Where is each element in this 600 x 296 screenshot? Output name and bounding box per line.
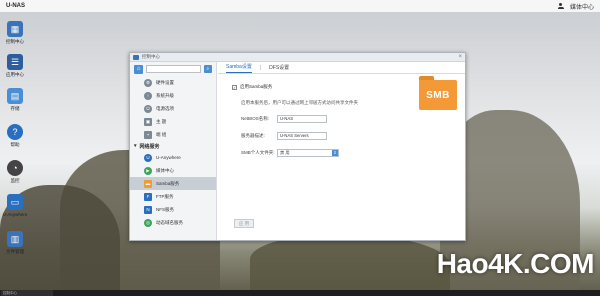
scenery-mountain — [250, 235, 450, 296]
sidebar-group-label: 网络服务 — [139, 143, 160, 150]
ftp-icon: F — [144, 192, 152, 201]
smb-folder-icon: SMB — [419, 76, 457, 110]
sidebar-item-ddns[interactable]: ◎ 动态域名服务 — [130, 216, 216, 229]
file-manager-icon: ▥ — [7, 231, 23, 247]
sidebar-item-label: Samba服务 — [156, 180, 180, 186]
desktop-icon-app-center[interactable]: ☰ 应用中心 — [2, 54, 28, 78]
power-icon: ⏻ — [144, 104, 152, 113]
tab-dfs-settings[interactable]: DFS设置 — [269, 64, 289, 73]
sidebar-item-label: 媒体中心 — [156, 167, 174, 173]
user-label[interactable]: 媒体中心 — [570, 2, 594, 11]
sidebar-item-media-center[interactable]: ▶ 媒体中心 — [130, 164, 216, 177]
personal-folder-value: 禁 用 — [280, 150, 290, 155]
sidebar-item-label: 端 组 — [156, 131, 167, 137]
u-anywhere-icon: ▭ — [7, 194, 23, 210]
watermark: Hao4K.COM — [436, 248, 595, 279]
nfs-icon: N — [144, 205, 152, 214]
enable-samba-label: 启用Samba服务 — [240, 84, 273, 89]
personal-folder-select[interactable]: 禁 用 ⇕ — [277, 149, 339, 157]
smb-badge-label: SMB — [419, 80, 457, 110]
brand-label: U-NAS — [6, 3, 25, 9]
sidebar-item-label: FTP服务 — [156, 193, 174, 199]
upgrade-icon: ↑ — [144, 91, 152, 100]
netbios-input[interactable]: U-NAS — [277, 115, 327, 123]
sidebar-group-network[interactable]: ▾ 网络服务 — [130, 141, 216, 151]
chevron-down-icon[interactable]: ⇕ — [332, 150, 338, 156]
close-icon[interactable]: × — [458, 54, 462, 60]
main-panel: Samba设置 | DFS设置 ✓ 启用Samba服务 启用本服务后，用户可以通… — [218, 62, 465, 240]
search-icon[interactable]: ⌕ — [203, 65, 212, 73]
desktop-icon-control-center[interactable]: ▦ 控制中心 — [2, 21, 28, 45]
sidebar-item-hardware[interactable]: ⚙ 硬件设置 — [130, 76, 216, 89]
desktop-icon-u-anywhere[interactable]: ▭ U-Anywhere — [2, 194, 28, 217]
sidebar-item-label: 电源选项 — [156, 105, 174, 111]
control-center-window: 控制中心 × ⌂ ⌕ ⚙ 硬件设置 ↑ 系统升级 ⏻ 电源选项 ▣ 主 题 ▪ … — [129, 52, 466, 241]
server-desc-label: 服务器描述: — [241, 133, 265, 138]
desktop-icon-storage[interactable]: ▤ 存储 — [2, 88, 28, 112]
server-desc-input[interactable]: U-NAS Servers — [277, 132, 327, 140]
sidebar-item-label: 硬件设置 — [156, 79, 174, 85]
tab-separator: | — [259, 65, 262, 71]
samba-icon: ▬ — [144, 179, 152, 188]
window-app-icon — [133, 54, 139, 60]
u-anywhere-icon: U — [144, 153, 152, 162]
app-center-icon: ☰ — [7, 54, 23, 70]
sidebar-item-u-anywhere[interactable]: U U-Anywhere — [130, 151, 216, 164]
storage-icon: ▤ — [7, 88, 23, 104]
chevron-down-icon: ▾ — [134, 143, 137, 149]
sidebar-item-label: 系统升级 — [156, 92, 174, 98]
top-bar: U-NAS 媒体中心 — [0, 0, 600, 12]
desktop-icon-file-manager[interactable]: ▥ 文件管理 — [2, 231, 28, 255]
sidebar-item-theme[interactable]: ▣ 主 题 — [130, 115, 216, 128]
sidebar-item-samba[interactable]: ▬ Samba服务 — [130, 177, 216, 190]
search-input[interactable] — [146, 65, 201, 73]
netbios-label: NetBIOS名称: — [241, 116, 270, 121]
home-icon[interactable]: ⌂ — [134, 64, 144, 74]
theme-icon: ▣ — [144, 117, 152, 126]
taskbar-item-control-center[interactable]: 控制中心 — [1, 290, 53, 296]
monitor-icon: ◔ — [7, 160, 23, 176]
sidebar-item-upgrade[interactable]: ↑ 系统升级 — [130, 89, 216, 102]
taskbar: 控制中心 — [0, 290, 600, 296]
sidebar-item-power[interactable]: ⏻ 电源选项 — [130, 102, 216, 115]
help-icon: ? — [7, 124, 23, 140]
control-center-icon: ▦ — [7, 21, 23, 37]
sidebar-item-label: U-Anywhere — [156, 155, 181, 160]
hardware-icon: ⚙ — [144, 78, 152, 87]
group-icon: ▪ — [144, 130, 152, 139]
sidebar-item-label: 主 题 — [156, 118, 167, 124]
sidebar-item-label: 动态域名服务 — [156, 219, 183, 225]
sidebar-item-ftp[interactable]: F FTP服务 — [130, 190, 216, 203]
media-center-icon: ▶ — [144, 166, 152, 175]
window-title: 控制中心 — [142, 54, 160, 59]
user-icon[interactable] — [557, 3, 564, 9]
desktop-icon-help[interactable]: ? 帮助 — [2, 124, 28, 148]
window-titlebar[interactable]: 控制中心 × — [130, 53, 465, 62]
desktop-icon-monitor[interactable]: ◔ 监控 — [2, 160, 28, 184]
ddns-icon: ◎ — [144, 218, 152, 227]
personal-folder-label: SMB个人文件夹: — [241, 150, 275, 155]
sidebar: ⌂ ⌕ ⚙ 硬件设置 ↑ 系统升级 ⏻ 电源选项 ▣ 主 题 ▪ 端 组 ▾ 网… — [130, 62, 217, 240]
checkbox-checked-icon[interactable]: ✓ — [232, 84, 237, 90]
sidebar-item-label: NFS服务 — [156, 206, 174, 212]
sidebar-item-group[interactable]: ▪ 端 组 — [130, 128, 216, 141]
apply-button[interactable]: 应 用 — [234, 219, 254, 228]
tab-samba-settings[interactable]: Samba设置 — [226, 63, 252, 73]
sidebar-item-nfs[interactable]: N NFS服务 — [130, 203, 216, 216]
